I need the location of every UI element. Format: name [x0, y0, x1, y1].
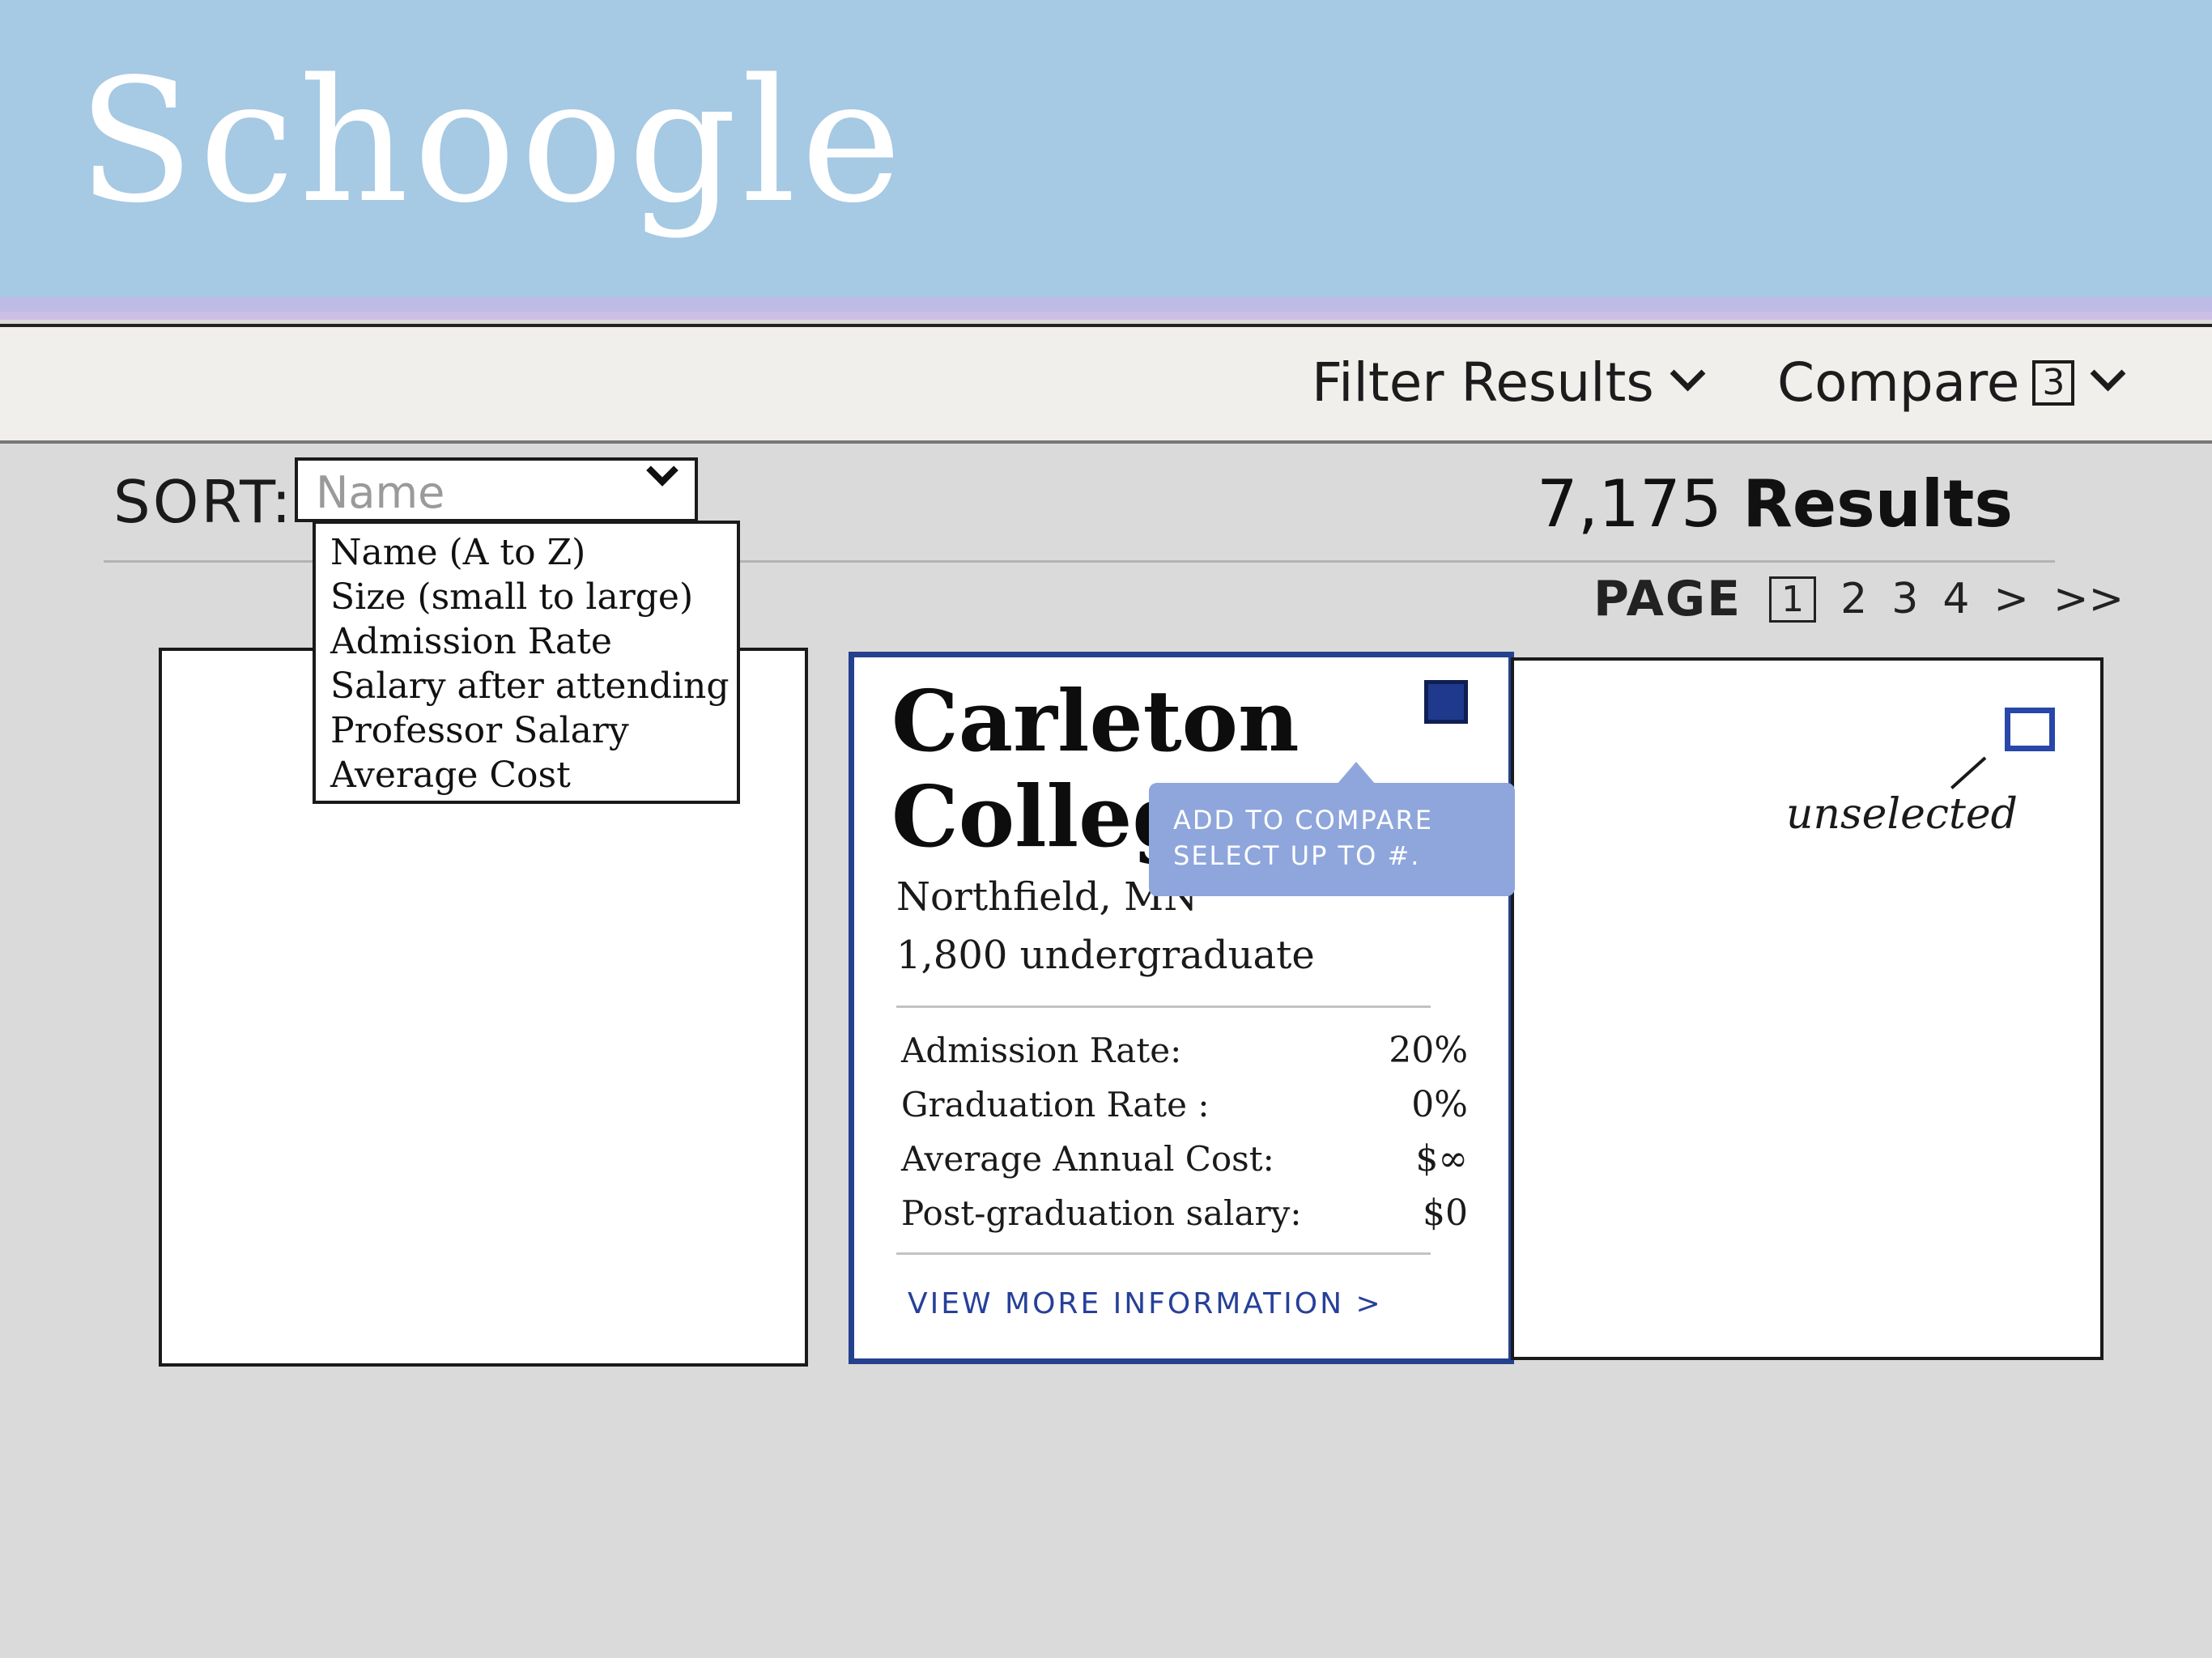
- sort-option-admission-rate[interactable]: Admission Rate: [330, 619, 722, 664]
- stat-row: Post-graduation salary: $0: [901, 1186, 1468, 1240]
- sort-option-professor-salary[interactable]: Professor Salary: [330, 708, 722, 753]
- stat-label: Graduation Rate :: [901, 1085, 1210, 1124]
- stat-label: Admission Rate:: [901, 1031, 1182, 1070]
- stat-label: Post-graduation salary:: [901, 1193, 1302, 1233]
- page-link-4[interactable]: 4: [1942, 575, 1969, 623]
- compare-button[interactable]: Compare 3: [1777, 351, 2126, 414]
- sort-label: SORT:: [113, 468, 294, 536]
- card-divider: [896, 1252, 1431, 1255]
- college-card-selected[interactable]: Carleton College ADD TO COMPARE SELECT U…: [849, 652, 1515, 1364]
- pagination: PAGE 1 2 3 4 > >>: [1593, 571, 2124, 627]
- header-banner: Schoogle: [0, 0, 2212, 320]
- compare-checkbox-checked[interactable]: [1424, 680, 1468, 724]
- page-link-current[interactable]: 1: [1769, 576, 1817, 623]
- page-link-3[interactable]: 3: [1891, 575, 1918, 623]
- stat-value: 0%: [1411, 1084, 1468, 1125]
- chevron-down-icon: [1670, 355, 1706, 392]
- filter-results-label: Filter Results: [1312, 351, 1654, 414]
- view-more-link[interactable]: VIEW MORE INFORMATION >: [908, 1287, 1383, 1320]
- last-page-button[interactable]: >>: [2053, 575, 2124, 623]
- compare-tooltip: ADD TO COMPARE SELECT UP TO #.: [1149, 762, 1515, 896]
- tooltip-line-1: ADD TO COMPARE: [1173, 805, 1433, 835]
- tooltip-line-2: SELECT UP TO #.: [1173, 840, 1421, 871]
- filter-results-button[interactable]: Filter Results: [1312, 351, 1706, 414]
- arrow-icon: [1950, 756, 1987, 789]
- nav-bar: Filter Results Compare 3: [0, 324, 2212, 444]
- stat-row: Admission Rate: 20%: [901, 1023, 1468, 1078]
- results-label: Results: [1742, 466, 2013, 542]
- stat-value: $∞: [1415, 1138, 1468, 1180]
- stat-row: Average Annual Cost: $∞: [901, 1132, 1468, 1186]
- sort-options-menu: Name (A to Z) Size (small to large) Admi…: [313, 521, 740, 804]
- stat-value: 20%: [1389, 1030, 1468, 1071]
- chevron-down-icon: [2090, 355, 2126, 392]
- college-card-right[interactable]: unselected: [1511, 657, 2104, 1360]
- stat-row: Graduation Rate : 0%: [901, 1078, 1468, 1132]
- unselected-annotation: unselected: [1786, 790, 2018, 839]
- stat-value: $0: [1423, 1192, 1468, 1234]
- page-label: PAGE: [1593, 571, 1742, 627]
- compare-checkbox-unchecked[interactable]: [2005, 708, 2055, 751]
- page-link-2[interactable]: 2: [1840, 575, 1867, 623]
- college-stats: Admission Rate: 20% Graduation Rate : 0%…: [901, 1023, 1468, 1240]
- compare-label: Compare: [1777, 351, 2020, 414]
- stat-label: Average Annual Cost:: [901, 1139, 1274, 1179]
- sort-dropdown[interactable]: Name: [295, 454, 698, 522]
- app-logo[interactable]: Schoogle: [78, 57, 906, 227]
- sort-option-salary-after[interactable]: Salary after attending: [330, 664, 730, 708]
- next-page-button[interactable]: >: [1993, 575, 2029, 623]
- compare-count-badge: 3: [2032, 359, 2075, 406]
- chevron-down-icon: [646, 454, 678, 487]
- results-count: 7,175 Results: [1537, 466, 2013, 542]
- sort-option-size[interactable]: Size (small to large): [330, 575, 722, 619]
- sort-option-average-cost[interactable]: Average Cost: [330, 753, 722, 797]
- sort-option-name[interactable]: Name (A to Z): [330, 530, 722, 575]
- sort-placeholder: Name: [316, 467, 445, 518]
- college-enrollment: 1,800 undergraduate: [896, 933, 1315, 978]
- card-divider: [896, 1005, 1431, 1008]
- results-number: 7,175: [1536, 466, 1722, 542]
